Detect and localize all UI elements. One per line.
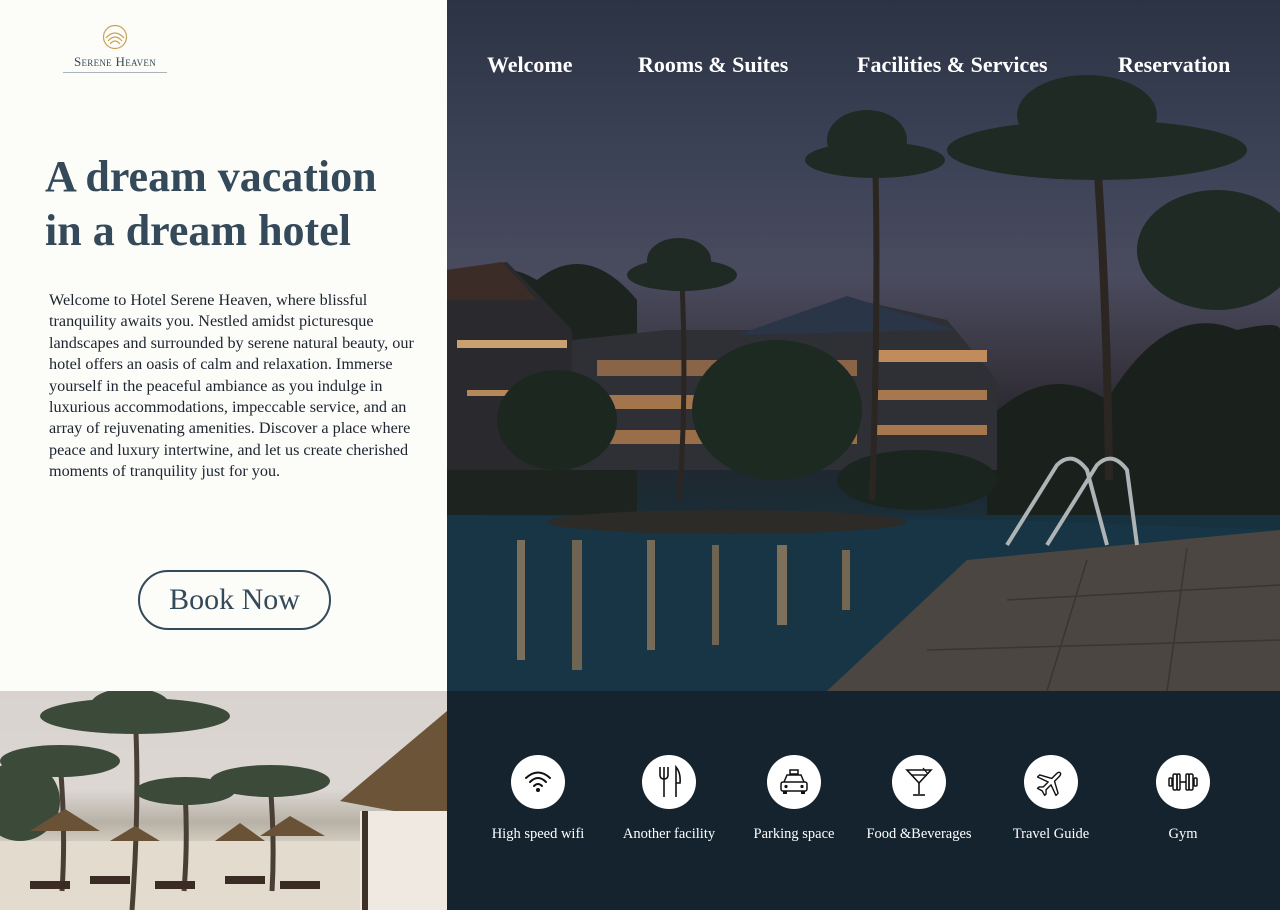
facility-travel-guide[interactable]: Travel Guide [986,755,1116,843]
intro-paragraph: Welcome to Hotel Serene Heaven, where bl… [49,291,414,481]
cocktail-icon-badge [892,755,946,809]
facility-label: Gym [1168,826,1198,842]
airplane-icon-badge [1024,755,1078,809]
beach-scene [0,691,447,910]
facility-food-beverages[interactable]: Food &Beverages [854,755,984,843]
fork-knife-icon-badge [642,755,696,809]
title-line-2: in a dream hotel [45,206,351,255]
wifi-icon [525,771,551,792]
beach-resort-photo [0,691,447,910]
facility-parking[interactable]: Parking space [729,755,859,843]
nav-facilities-services[interactable]: Facilities & Services [857,52,1048,78]
facility-gym[interactable]: Gym [1118,755,1248,843]
facility-label: High speed wifi [491,826,585,842]
nav-welcome[interactable]: Welcome [487,52,573,78]
hotel-night-photo [447,0,1280,691]
facility-label: Food &Beverages [866,826,972,842]
facility-wifi[interactable]: High speed wifi [473,755,603,843]
facility-label: Parking space [753,826,835,842]
wifi-icon-badge [511,755,565,809]
dumbbell-icon [1168,773,1198,791]
book-now-button[interactable]: Book Now [138,570,331,630]
sunrise-logo-icon [102,24,128,50]
page-title: A dream vacation in a dream hotel [45,150,435,258]
airplane-icon [1036,771,1062,797]
fork-knife-icon [659,765,681,797]
intro-panel: Serene Heaven A dream vacation in a drea… [0,0,447,691]
nav-reservation[interactable]: Reservation [1118,52,1230,78]
nav-rooms-suites[interactable]: Rooms & Suites [638,52,788,78]
brand-logo[interactable]: Serene Heaven [63,24,167,73]
title-line-1: A dream vacation [45,152,377,201]
main-nav: Welcome Rooms & Suites Facilities & Serv… [487,52,1247,82]
facility-label: Travel Guide [1012,826,1090,842]
taxi-icon [780,769,808,794]
brand-name: Serene Heaven [63,54,167,73]
facility-label: Another facility [622,826,716,842]
taxi-icon-badge [767,755,821,809]
facilities-strip: High speed wifi Another facility Parking [447,691,1280,910]
cocktail-icon [905,767,933,796]
facility-another[interactable]: Another facility [604,755,734,843]
hotel-pool-scene [447,75,1280,691]
dumbbell-icon-badge [1156,755,1210,809]
